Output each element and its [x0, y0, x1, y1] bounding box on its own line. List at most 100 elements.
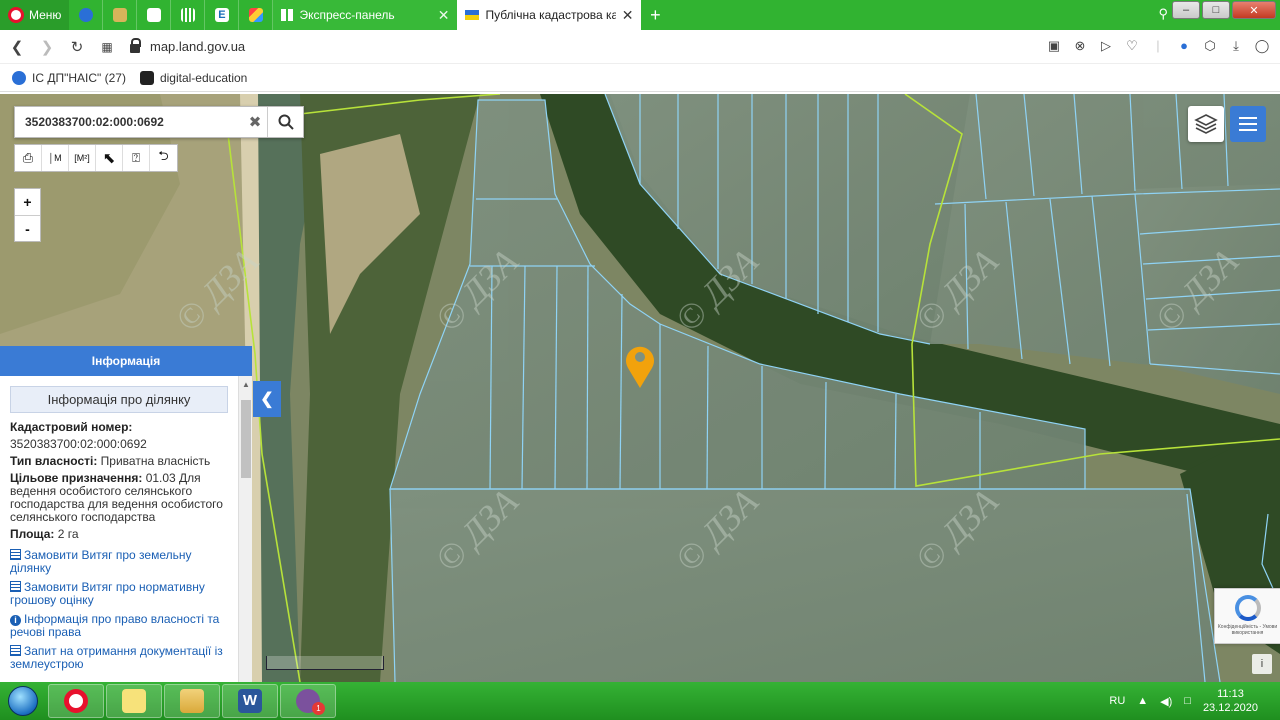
map-attribution-icon[interactable]: i — [1252, 654, 1272, 674]
scrollbar-thumb[interactable] — [241, 400, 251, 478]
back-button[interactable]: ❮ — [2, 38, 32, 56]
bookmarks-bar: ІС ДП"НАІС" (27) digital-education — [0, 64, 1280, 92]
pinned-tab-e[interactable]: E — [205, 0, 240, 30]
cadastral-map[interactable]: © ДЗА © ДЗА © ДЗА © ДЗА © ДЗА © ДЗА © ДЗ… — [0, 94, 1280, 682]
new-tab-button[interactable]: + — [641, 0, 669, 30]
pinned-tab-nais[interactable] — [69, 0, 104, 30]
measure-area-icon[interactable]: [M²] — [69, 145, 96, 171]
download-icon[interactable]: ⤓ — [1228, 38, 1244, 54]
tab-search-icon[interactable]: ⚲ — [1158, 6, 1168, 22]
url-text: map.land.gov.ua — [150, 39, 246, 54]
pinned-tab-barcode[interactable] — [171, 0, 206, 30]
pinned-tab-scales[interactable] — [103, 0, 138, 30]
taskbar-sticky-notes[interactable] — [106, 684, 162, 718]
recaptcha-text: Конфіденційність - Умови використання — [1217, 624, 1278, 636]
search-input[interactable] — [15, 108, 243, 136]
separator: | — [1156, 38, 1160, 53]
windows-taskbar: W 1 RU ▲ ◀) □ 11:13 23.12.2020 — [0, 682, 1280, 720]
select-cursor-icon[interactable]: ⬉ — [96, 145, 123, 171]
opera-menu-button[interactable]: Меню — [0, 0, 70, 30]
clear-search-icon[interactable]: ✖ — [243, 113, 267, 131]
scroll-up-icon[interactable]: ▲ — [242, 380, 250, 389]
search-button[interactable] — [267, 107, 303, 137]
account-icon[interactable]: ◯ — [1254, 38, 1270, 54]
order-parcel-extract-link[interactable]: Замовити Витяг про земельну ділянку — [10, 549, 228, 575]
block-ads-icon[interactable]: ⊗ — [1072, 38, 1088, 54]
bookmark-digital-education[interactable]: digital-education — [139, 70, 247, 85]
ownership-row: Тип власності: Приватна власність — [10, 455, 228, 468]
send-icon[interactable]: ▷ — [1098, 38, 1114, 54]
clock[interactable]: 11:13 23.12.2020 — [1203, 687, 1258, 715]
volume-icon[interactable]: ◀) — [1160, 695, 1172, 708]
document-icon — [146, 8, 161, 22]
info-panel-header: Інформація — [0, 346, 252, 376]
info-query-icon[interactable]: ⍰ — [123, 145, 150, 171]
tab-label: Публічна кадастрова карт — [485, 8, 616, 22]
layers-button[interactable] — [1188, 106, 1224, 142]
lock-icon — [130, 38, 141, 53]
parcel-info-title: Інформація про ділянку — [10, 386, 228, 413]
ownership-rights-info-link[interactable]: i Інформація про право власності та речов… — [10, 613, 228, 639]
taskbar-word[interactable]: W — [222, 684, 278, 718]
zoom-control: + - — [14, 188, 41, 242]
chevron-left-icon: ❮ — [260, 391, 274, 408]
close-tab-icon[interactable]: ✕ — [622, 7, 634, 24]
close-window-button[interactable]: ✕ — [1232, 1, 1276, 19]
forward-button[interactable]: ❯ — [32, 38, 62, 56]
measure-length-icon[interactable]: │M — [42, 145, 69, 171]
windows-logo-icon — [8, 686, 38, 716]
recaptcha-badge[interactable]: Конфіденційність - Умови використання — [1214, 588, 1280, 644]
nais-extension-icon[interactable]: ● — [1176, 38, 1192, 54]
word-icon: W — [238, 689, 262, 713]
zoom-out-button[interactable]: - — [15, 215, 40, 241]
pinned-tab-document[interactable] — [137, 0, 172, 30]
show-hidden-icons[interactable]: ▲ — [1137, 695, 1148, 707]
browser-tab-bar: Меню E Экспресс-панель ✕ Публічна кадаст… — [0, 0, 1280, 30]
e-letter-icon: E — [214, 8, 229, 22]
taskbar-viber[interactable]: 1 — [280, 684, 336, 718]
folder-icon — [180, 689, 204, 713]
url-field[interactable]: map.land.gov.ua — [130, 38, 246, 54]
speed-dial-icon — [281, 9, 294, 21]
purpose-label: Цільове призначення: — [10, 471, 143, 485]
network-icon[interactable]: □ — [1184, 695, 1191, 707]
start-button[interactable] — [0, 682, 46, 720]
camera-icon[interactable]: ▣ — [1046, 38, 1062, 54]
diia-icon — [139, 70, 154, 85]
cadastral-search: ✖ — [14, 106, 304, 138]
zoom-in-button[interactable]: + — [15, 189, 40, 215]
opera-logo-icon — [8, 7, 24, 23]
order-valuation-extract-link[interactable]: Замовити Витяг про нормативну грошову оц… — [10, 581, 228, 607]
taskbar-opera[interactable] — [48, 684, 104, 718]
cube-icon[interactable]: ⬡ — [1202, 38, 1218, 54]
close-tab-icon[interactable]: ✕ — [438, 7, 450, 24]
reload-button[interactable]: ↻ — [62, 38, 92, 56]
collapse-panel-button[interactable]: ❮ — [253, 381, 281, 417]
cadastral-number-value: 3520383700:02:000:0692 — [10, 437, 147, 451]
print-icon[interactable]: ⎙ — [15, 145, 42, 171]
search-icon — [278, 114, 294, 130]
info-panel-scrollbar[interactable]: ▲ — [238, 376, 252, 682]
heart-icon[interactable]: ♡ — [1124, 38, 1140, 54]
request-documentation-link[interactable]: Запит на отримання документації із земле… — [10, 645, 228, 671]
route-icon[interactable]: ⮌ — [150, 145, 177, 171]
pinned-tab-colorful[interactable] — [239, 0, 274, 30]
opera-menu-label: Меню — [29, 8, 62, 22]
taskbar-file-explorer[interactable] — [164, 684, 220, 718]
bookmark-nais[interactable]: ІС ДП"НАІС" (27) — [12, 70, 126, 85]
clock-date: 23.12.2020 — [1202, 702, 1258, 714]
system-tray: RU ▲ ◀) □ 11:13 23.12.2020 — [1109, 682, 1280, 720]
tabs-grid-icon[interactable]: ▦ — [92, 40, 122, 54]
minimize-button[interactable]: – — [1172, 1, 1200, 19]
opera-icon — [64, 689, 88, 713]
cadastral-number-label: Кадастровий номер: — [10, 420, 133, 434]
map-scale-bar — [266, 656, 384, 670]
maximize-button[interactable]: □ — [1202, 1, 1230, 19]
main-menu-button[interactable] — [1230, 106, 1266, 142]
tab-express-panel[interactable]: Экспресс-панель ✕ — [273, 0, 458, 30]
language-indicator[interactable]: RU — [1109, 695, 1125, 707]
sticky-notes-icon — [122, 689, 146, 713]
tab-cadastral-map[interactable]: Публічна кадастрова карт ✕ — [457, 0, 642, 30]
document-icon — [10, 581, 21, 592]
map-toolbar: ⎙ │M [M²] ⬉ ⍰ ⮌ — [14, 144, 178, 172]
